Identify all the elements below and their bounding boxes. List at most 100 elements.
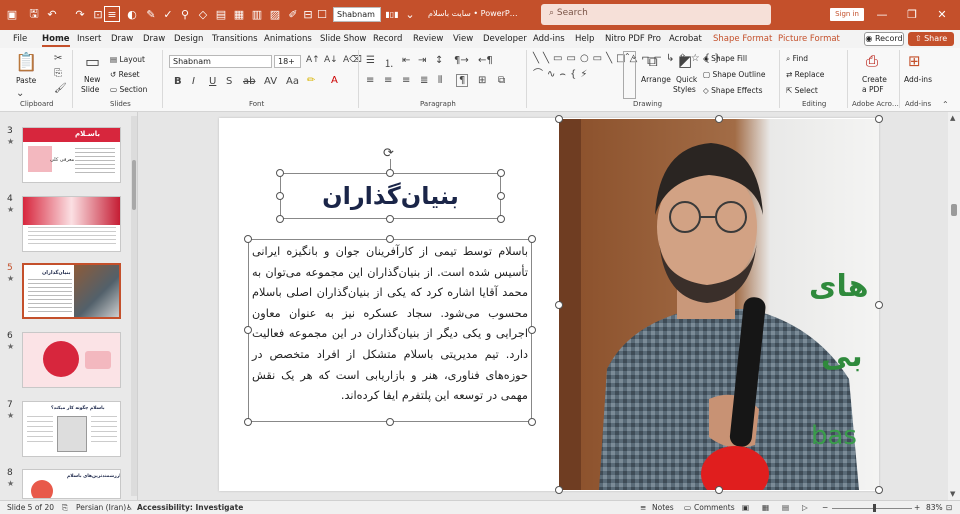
format-painter-icon[interactable]: 🖌 — [54, 83, 67, 94]
link-icon[interactable]: ⚲ — [177, 6, 193, 22]
rtl-icon[interactable]: ←¶ — [478, 55, 493, 66]
scroll-up-icon[interactable]: ▲ — [950, 114, 955, 122]
tab-slide-show[interactable]: Slide Show — [320, 34, 366, 44]
title-resize-handle[interactable] — [276, 215, 284, 223]
sign-in-button[interactable]: Sign in — [830, 8, 864, 21]
line-spacing-icon[interactable]: ↕ — [435, 55, 443, 66]
strikethrough-icon[interactable]: ab — [243, 76, 255, 87]
zoom-in-icon[interactable]: + — [914, 503, 920, 512]
photo-resize-handle[interactable] — [875, 486, 883, 494]
qat-more-icon[interactable]: ⌄ — [402, 6, 418, 22]
shrink-font-icon[interactable]: A↓ — [324, 55, 338, 65]
search-box[interactable]: ⌕ Search — [541, 4, 771, 25]
title-resize-handle[interactable] — [497, 192, 505, 200]
arrange-button[interactable]: Arrange — [641, 75, 671, 84]
bullets-icon[interactable]: ☰ — [366, 55, 375, 66]
text-direction-button-icon[interactable]: ¶ — [456, 74, 469, 87]
shapes-gallery-scroll-icon[interactable]: ⌃⌄ — [623, 51, 637, 99]
maximize-icon[interactable]: ❐ — [904, 6, 920, 22]
share-button[interactable]: ⇧ Share — [908, 32, 954, 46]
tab-acrobat[interactable]: Acrobat — [669, 34, 702, 44]
tab-add-ins[interactable]: Add-ins — [533, 34, 565, 44]
founder-photo[interactable]: های بی bas — [559, 119, 879, 490]
reading-view-icon[interactable]: ▤ — [782, 503, 789, 512]
photo-resize-handle[interactable] — [555, 301, 563, 309]
photo-resize-handle[interactable] — [555, 115, 563, 123]
quick-styles-icon[interactable]: ◩ — [678, 52, 692, 70]
paste-button[interactable]: Paste — [16, 76, 36, 85]
grow-font-icon[interactable]: A↑ — [306, 55, 320, 65]
create-pdf-icon[interactable]: ⎙ — [866, 52, 878, 70]
tab-draw[interactable]: Draw — [111, 34, 133, 44]
photo-resize-handle[interactable] — [875, 115, 883, 123]
slide-scroll-thumb[interactable] — [951, 204, 957, 216]
tab-draw-2[interactable]: Draw — [143, 34, 165, 44]
italic-icon[interactable]: I — [192, 76, 195, 87]
comments-button[interactable]: Comments — [694, 503, 735, 512]
font-color-icon[interactable]: A — [331, 75, 338, 86]
tab-shape-format[interactable]: Shape Format — [713, 34, 772, 44]
align-center-icon[interactable]: ≡ — [384, 75, 392, 86]
chart-icon[interactable]: ▥ — [249, 6, 265, 22]
slide-thumbnail-4[interactable] — [22, 196, 121, 252]
columns-icon[interactable]: ⫴ — [438, 75, 442, 86]
copy-icon[interactable]: ⎘ — [54, 68, 62, 79]
record-button[interactable]: ◉ Record — [864, 32, 904, 46]
tab-insert[interactable]: Insert — [77, 34, 101, 44]
title-resize-handle[interactable] — [497, 215, 505, 223]
smartart-icon[interactable]: ⧉ — [498, 75, 505, 86]
accessibility-status[interactable]: Accessibility: Investigate — [137, 503, 243, 512]
photo-resize-handle[interactable] — [875, 301, 883, 309]
reset-button[interactable]: ↺ Reset — [110, 70, 140, 79]
slide-thumbnail-7[interactable]: باسلام چگونه کار میکند؟ — [22, 401, 121, 457]
numbering-icon[interactable]: ⒈ — [384, 55, 394, 70]
checkbox-icon[interactable]: ☐ — [314, 6, 330, 22]
body-resize-handle[interactable] — [528, 235, 536, 243]
picture-icon[interactable]: ▨ — [267, 6, 283, 22]
spelling-icon[interactable]: ✓ — [160, 6, 176, 22]
new-slide-label-1[interactable]: New — [84, 75, 100, 84]
spacing-icon[interactable]: AV — [264, 76, 277, 87]
decrease-indent-icon[interactable]: ⇤ — [402, 55, 410, 66]
highlight-icon[interactable]: ✏ — [307, 75, 315, 86]
quick-styles-label-1[interactable]: Quick — [676, 75, 697, 84]
slide-thumbnail-5[interactable]: بنیان‌گذاران — [22, 263, 121, 319]
title-resize-handle[interactable] — [386, 169, 394, 177]
text-direction-icon[interactable]: ≡ — [104, 6, 120, 22]
save-icon[interactable]: 🖫 — [26, 6, 42, 22]
body-resize-handle[interactable] — [528, 326, 536, 334]
slide-sorter-icon[interactable]: ▦ — [762, 503, 769, 512]
spellcheck-icon[interactable]: ⎘ — [62, 503, 68, 513]
justify-icon[interactable]: ≣ — [420, 75, 428, 86]
notes-button[interactable]: Notes — [652, 503, 674, 512]
brush-icon[interactable]: ✐ — [285, 6, 301, 22]
tab-design[interactable]: Design — [174, 34, 203, 44]
collapse-ribbon-icon[interactable]: ⌃ — [942, 100, 949, 109]
paste-dropdown-icon[interactable]: ⌄ — [16, 88, 24, 99]
change-case-icon[interactable]: Aa — [286, 76, 299, 87]
body-resize-handle[interactable] — [386, 418, 394, 426]
quick-styles-label-2[interactable]: Styles — [673, 85, 696, 94]
replace-button[interactable]: ⇄ Replace — [786, 70, 824, 79]
tab-home[interactable]: Home — [42, 34, 70, 47]
add-ins-button[interactable]: Add-ins — [904, 75, 932, 84]
shadow-icon[interactable]: S — [226, 76, 232, 87]
qat-font-box[interactable]: Shabnam — [333, 7, 381, 22]
zoom-level[interactable]: 83% — [926, 503, 943, 512]
thumbnail-scroll-thumb[interactable] — [132, 160, 136, 210]
photo-resize-handle[interactable] — [555, 486, 563, 494]
title-resize-handle[interactable] — [497, 169, 505, 177]
present-icon[interactable]: ◐ — [124, 6, 140, 22]
close-icon[interactable]: ✕ — [934, 6, 950, 22]
underline-icon[interactable]: U — [209, 76, 216, 87]
shape-effects-button[interactable]: ◇ Shape Effects — [703, 86, 763, 95]
shape-fill-button[interactable]: ◈ Shape Fill — [703, 54, 747, 63]
add-ins-icon[interactable]: ⊞ — [908, 52, 921, 70]
shapes-icon[interactable]: ◇ — [195, 6, 211, 22]
slide-vertical-scrollbar[interactable] — [948, 112, 960, 500]
new-slide-icon[interactable]: ▭ — [85, 52, 100, 71]
undo-icon[interactable]: ↶ — [44, 6, 60, 22]
title-resize-handle[interactable] — [386, 215, 394, 223]
tab-file[interactable]: File — [13, 34, 27, 44]
select-button[interactable]: ⇱ Select — [786, 86, 818, 95]
